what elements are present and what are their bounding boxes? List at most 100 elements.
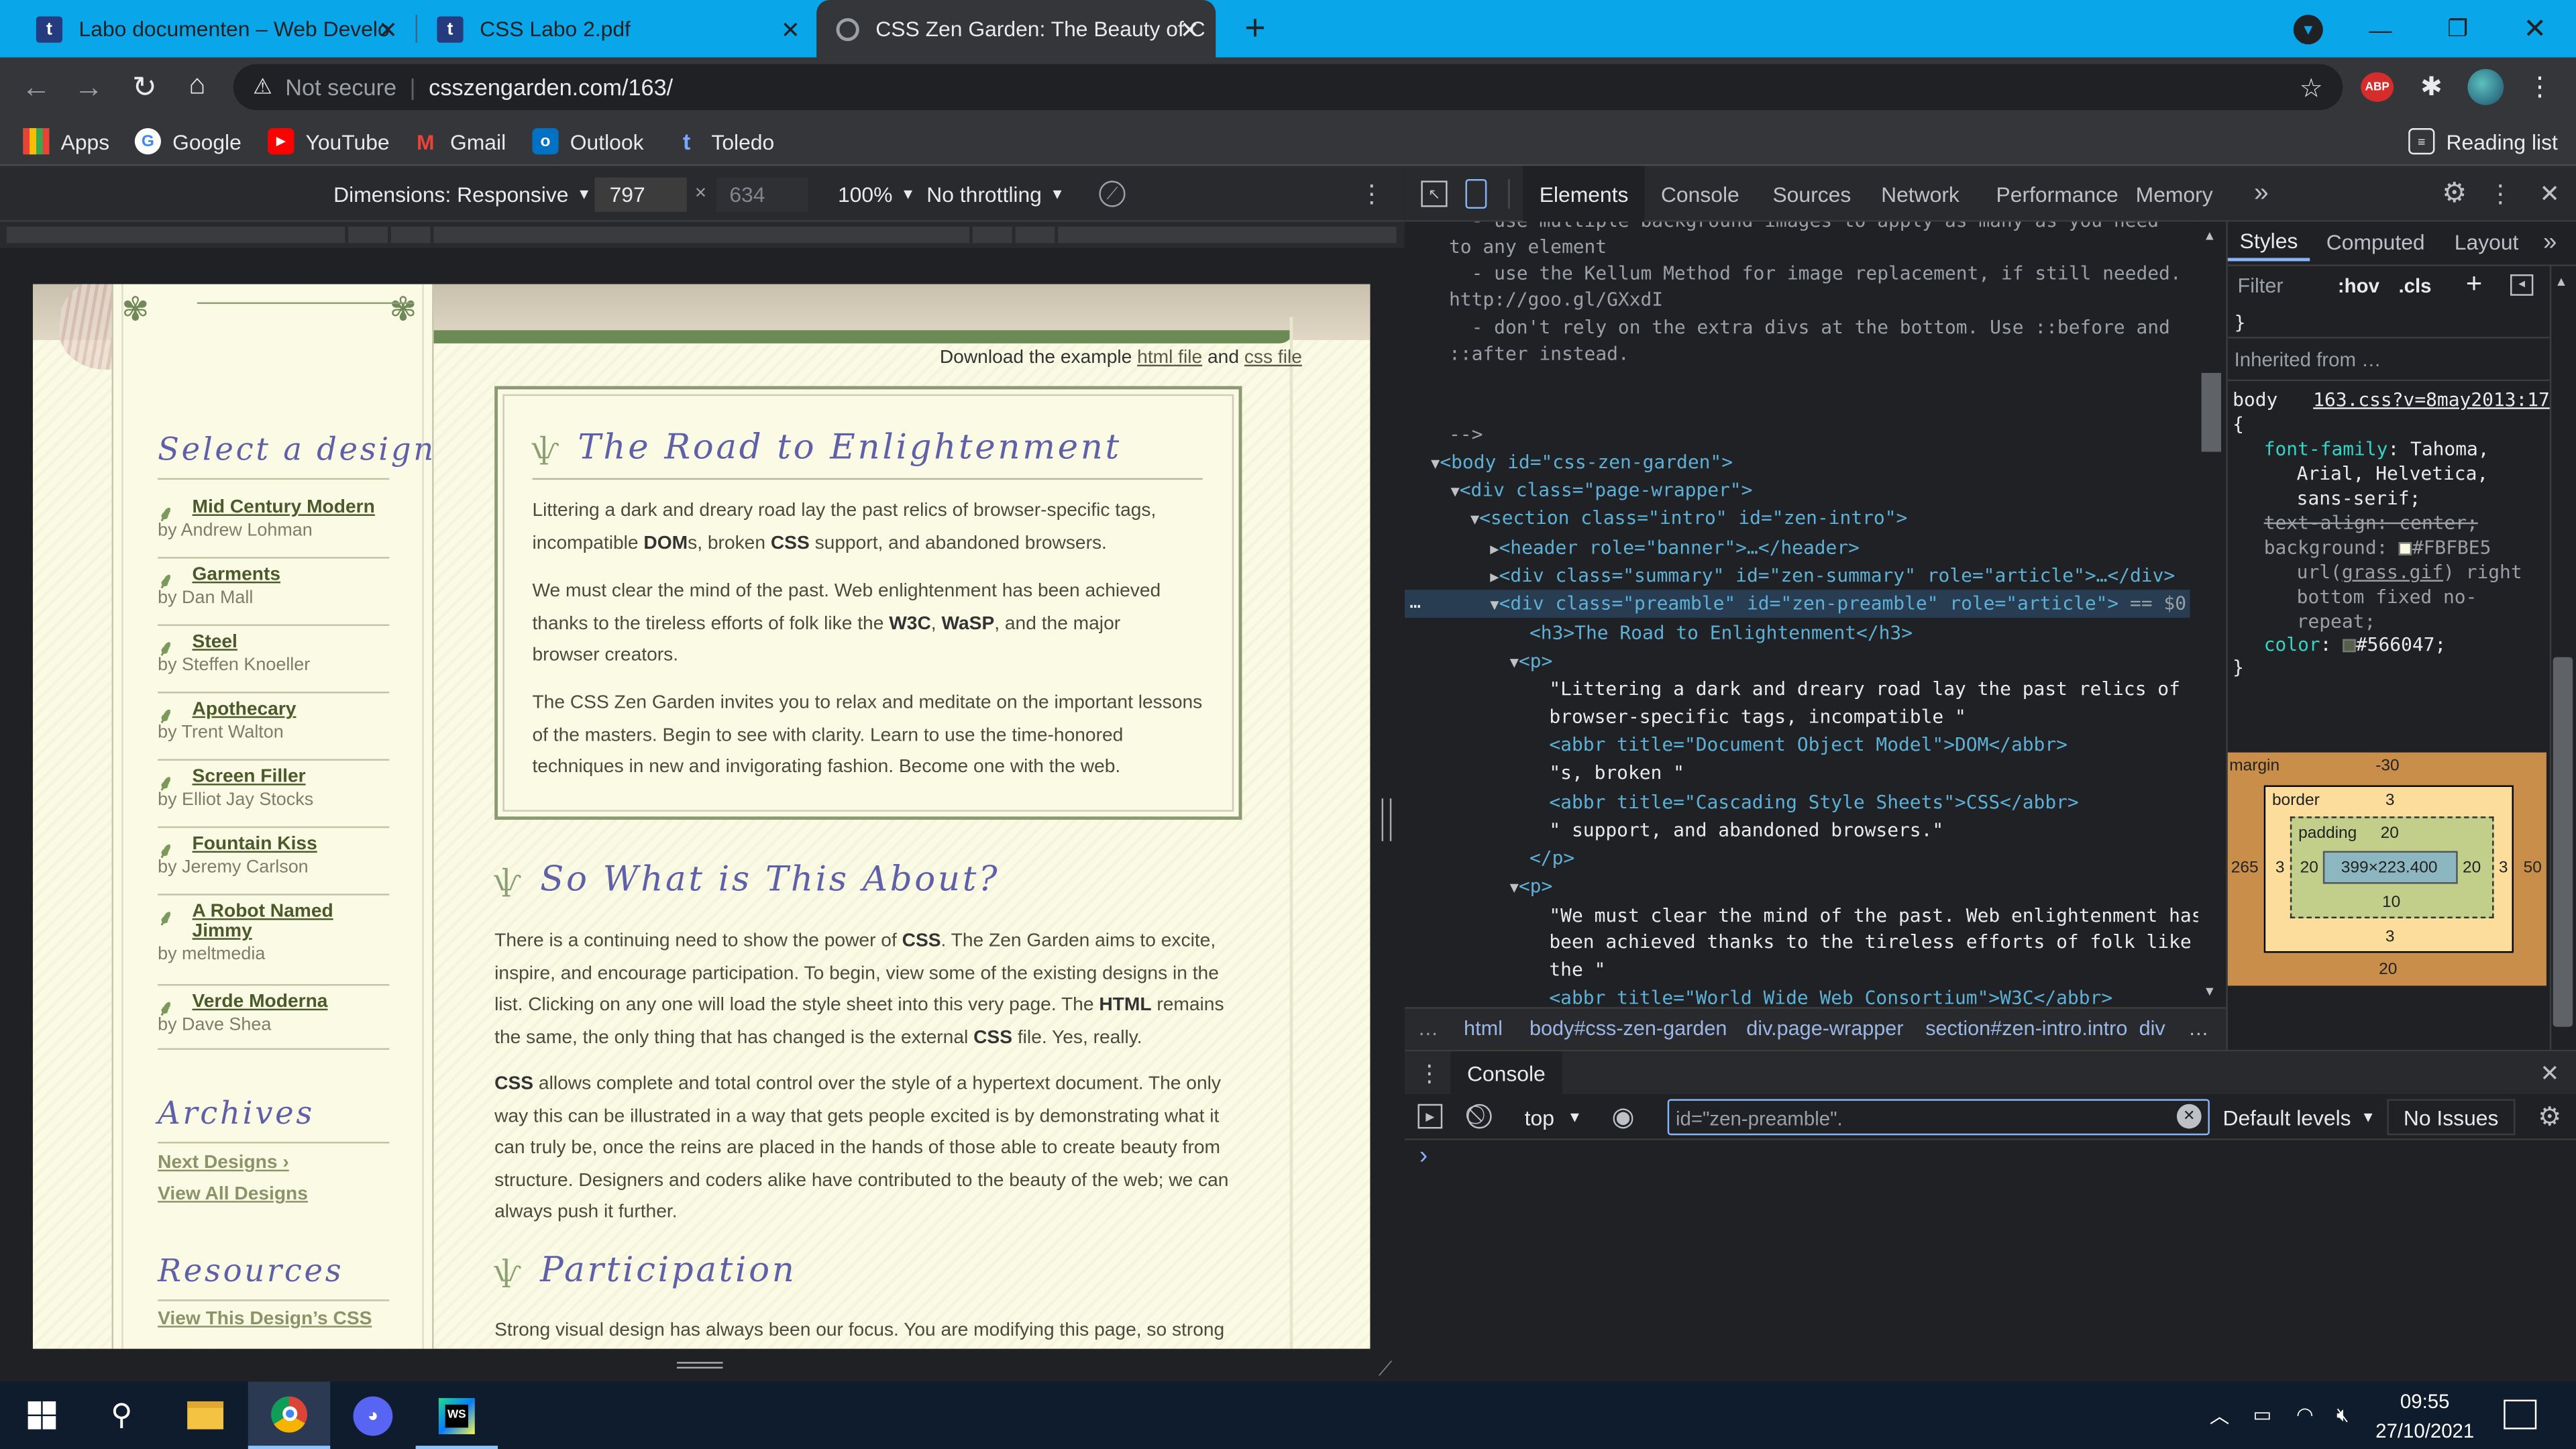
toggle-sidebar-icon[interactable]: ◂: [2510, 274, 2534, 296]
dom-node-section[interactable]: ▼<section class="intro" id="zen-intro">: [1470, 506, 1908, 529]
media-query-ruler[interactable]: [0, 221, 1405, 248]
width-input[interactable]: 797: [594, 177, 687, 212]
design-item[interactable]: ⸙ Verde Moderna by Dave Shea: [158, 992, 390, 1050]
css-file-link[interactable]: css file: [1244, 348, 1302, 368]
restore-button[interactable]: ❐: [2420, 0, 2496, 58]
close-drawer-icon[interactable]: ✕: [2535, 1058, 2565, 1087]
console-filter-input[interactable]: id="zen-preamble".: [1667, 1099, 2210, 1136]
rotate-icon[interactable]: ⟋: [1099, 180, 1126, 207]
bookmark-star-icon[interactable]: ☆: [2300, 72, 2323, 105]
breadcrumb-wrapper[interactable]: div.page-wrapper: [1746, 1017, 1903, 1040]
bookmark-toledo[interactable]: t Toledo: [674, 117, 774, 166]
design-item[interactable]: ⸙ Mid Century Modern by Andrew Lohman: [158, 498, 390, 559]
color-swatch[interactable]: [2343, 638, 2356, 652]
clock-time[interactable]: 09:55: [2375, 1390, 2474, 1413]
device-toggle-icon[interactable]: [1465, 178, 1487, 209]
chrome-icon[interactable]: [248, 1381, 331, 1449]
dom-node-preamble[interactable]: ▼<div class="preamble" id="zen-preamble"…: [1490, 592, 2186, 614]
wifi-icon[interactable]: ◠: [2290, 1401, 2320, 1428]
reading-list-button[interactable]: ≡ Reading list: [2408, 117, 2558, 166]
close-devtools-icon[interactable]: ✕: [2535, 179, 2565, 209]
minimize-button[interactable]: —: [2343, 0, 2418, 58]
drawer-menu-icon[interactable]: ⋮: [1417, 1059, 1440, 1086]
reload-icon[interactable]: ↻: [128, 70, 161, 103]
tab-labo-documenten[interactable]: t Labo documenten – Web Develo ✕: [13, 0, 415, 58]
menu-icon[interactable]: ⋮: [2527, 70, 2553, 103]
vertical-resize-handle[interactable]: [676, 1362, 723, 1369]
close-icon[interactable]: ✕: [378, 16, 398, 44]
scroll-up-icon[interactable]: ▲: [2551, 271, 2571, 290]
dom-node-summary[interactable]: ▶<div class="summary" id="zen-summary" r…: [1490, 564, 2175, 586]
design-item[interactable]: ⸙ Steel by Steffen Knoeller: [158, 633, 390, 694]
console-prompt[interactable]: ›: [1419, 1142, 1428, 1170]
console-settings-icon[interactable]: ⚙: [2535, 1102, 2565, 1132]
tab-network[interactable]: Network: [1881, 166, 1960, 221]
address-bar[interactable]: ⚠ Not secure | csszengarden.com/163/ ☆: [233, 64, 2343, 111]
inspect-element-icon[interactable]: ↖: [1421, 180, 1448, 207]
more-options-icon[interactable]: ⋮: [1360, 179, 1385, 209]
close-window-button[interactable]: ✕: [2497, 0, 2573, 58]
view-all-designs-link[interactable]: View All Designs: [158, 1185, 308, 1204]
tab-css-zen-garden[interactable]: CSS Zen Garden: The Beauty of C ✕: [816, 0, 1216, 58]
breadcrumb-body[interactable]: body#css-zen-garden: [1529, 1017, 1727, 1040]
rule-selector[interactable]: body: [2233, 388, 2277, 411]
context-select[interactable]: top ▼: [1525, 1094, 1582, 1140]
dom-node-p[interactable]: ▼<p>: [1510, 874, 1553, 897]
color-swatch[interactable]: [2399, 541, 2412, 555]
add-rule-icon[interactable]: +: [2466, 268, 2482, 301]
design-item[interactable]: ⸙ Fountain Kiss by Jeremy Carlson: [158, 835, 390, 896]
view-css-link[interactable]: View This Design’s CSS: [158, 1309, 372, 1329]
design-item[interactable]: ⸙ Apothecary by Trent Walton: [158, 700, 390, 761]
breadcrumb-html[interactable]: html: [1464, 1017, 1503, 1040]
dom-node-header[interactable]: ▶<header role="banner">…</header>: [1490, 535, 1860, 558]
back-icon[interactable]: ←: [19, 70, 52, 103]
dimensions-select[interactable]: Dimensions: Responsive ▼: [333, 166, 591, 221]
log-levels-select[interactable]: Default levels ▼: [2222, 1094, 2375, 1140]
tab-console[interactable]: Console: [1661, 166, 1739, 221]
styles-filter-input[interactable]: Filter: [2238, 274, 2284, 297]
tab-elements[interactable]: Elements: [1523, 166, 1645, 222]
design-item[interactable]: ⸙ Garments by Dan Mall: [158, 565, 390, 627]
clear-filter-icon[interactable]: ✕: [2176, 1104, 2202, 1129]
tab-layout[interactable]: Layout: [2455, 222, 2519, 262]
dom-node-wrapper[interactable]: ▼<div class="page-wrapper">: [1450, 478, 1752, 501]
design-item[interactable]: ⸙ Screen Filler by Elliot Jay Stocks: [158, 767, 390, 828]
next-designs-link[interactable]: Next Designs ›: [158, 1153, 289, 1173]
clock-date[interactable]: 27/10/2021: [2366, 1419, 2484, 1442]
dom-node-h3[interactable]: <h3>The Road to Enlightenment</h3>: [1529, 621, 1913, 644]
more-tabs-icon[interactable]: »: [2254, 166, 2269, 221]
tab-styles[interactable]: Styles: [2227, 222, 2310, 262]
dom-node-p[interactable]: ▼<p>: [1510, 649, 1553, 672]
elements-scrollbar[interactable]: ▲ ▼: [2198, 221, 2224, 1008]
breadcrumb-div[interactable]: div: [2139, 1017, 2165, 1040]
throttling-select[interactable]: No throttling ▼: [926, 166, 1065, 221]
tab-search-icon[interactable]: ▼: [2293, 15, 2323, 45]
live-expression-eye-icon[interactable]: ◉: [1607, 1102, 1640, 1132]
ellipsis-icon[interactable]: …: [1409, 590, 1421, 612]
prop-font-family[interactable]: font-family: Tahoma,: [2264, 437, 2489, 460]
prop-color[interactable]: color: #566047;: [2264, 633, 2447, 655]
prop-text-align[interactable]: text-align: center;: [2264, 511, 2478, 534]
sidebar-toggle-icon[interactable]: ▶: [1417, 1104, 1443, 1129]
dom-node-body[interactable]: ▼<body id="css-zen-garden">: [1431, 450, 1733, 473]
devtools-menu-icon[interactable]: ⋮: [2488, 179, 2513, 209]
settings-gear-icon[interactable]: ⚙: [2440, 177, 2469, 209]
extensions-icon[interactable]: ✱: [2415, 70, 2448, 103]
tab-performance[interactable]: Performance: [1996, 166, 2118, 221]
close-icon[interactable]: ✕: [1180, 16, 1199, 44]
tab-computed[interactable]: Computed: [2326, 222, 2425, 262]
chevron-up-icon[interactable]: ︿: [2206, 1401, 2233, 1428]
breadcrumb-section[interactable]: section#zen-intro.intro: [1925, 1017, 2127, 1040]
design-item[interactable]: ⸙ A Robot Named Jimmy by meltmedia: [158, 902, 390, 986]
tab-css-labo-pdf[interactable]: t CSS Labo 2.pdf ✕: [417, 0, 816, 58]
styles-scrollbar[interactable]: [2553, 657, 2573, 1027]
tab-console-drawer[interactable]: Console: [1450, 1051, 1562, 1095]
hover-state-toggle[interactable]: :hov: [2338, 274, 2379, 297]
prop-background[interactable]: background: #FBFBE5: [2264, 535, 2491, 558]
class-toggle[interactable]: .cls: [2399, 274, 2432, 297]
stylesheet-link[interactable]: 163.css?v=8may2013:17: [2313, 388, 2550, 411]
webstorm-icon[interactable]: WS: [416, 1382, 498, 1449]
bookmark-youtube[interactable]: ▶ YouTube: [268, 117, 390, 166]
windows-start-icon[interactable]: [0, 1382, 82, 1449]
issues-button[interactable]: No Issues: [2387, 1099, 2515, 1136]
